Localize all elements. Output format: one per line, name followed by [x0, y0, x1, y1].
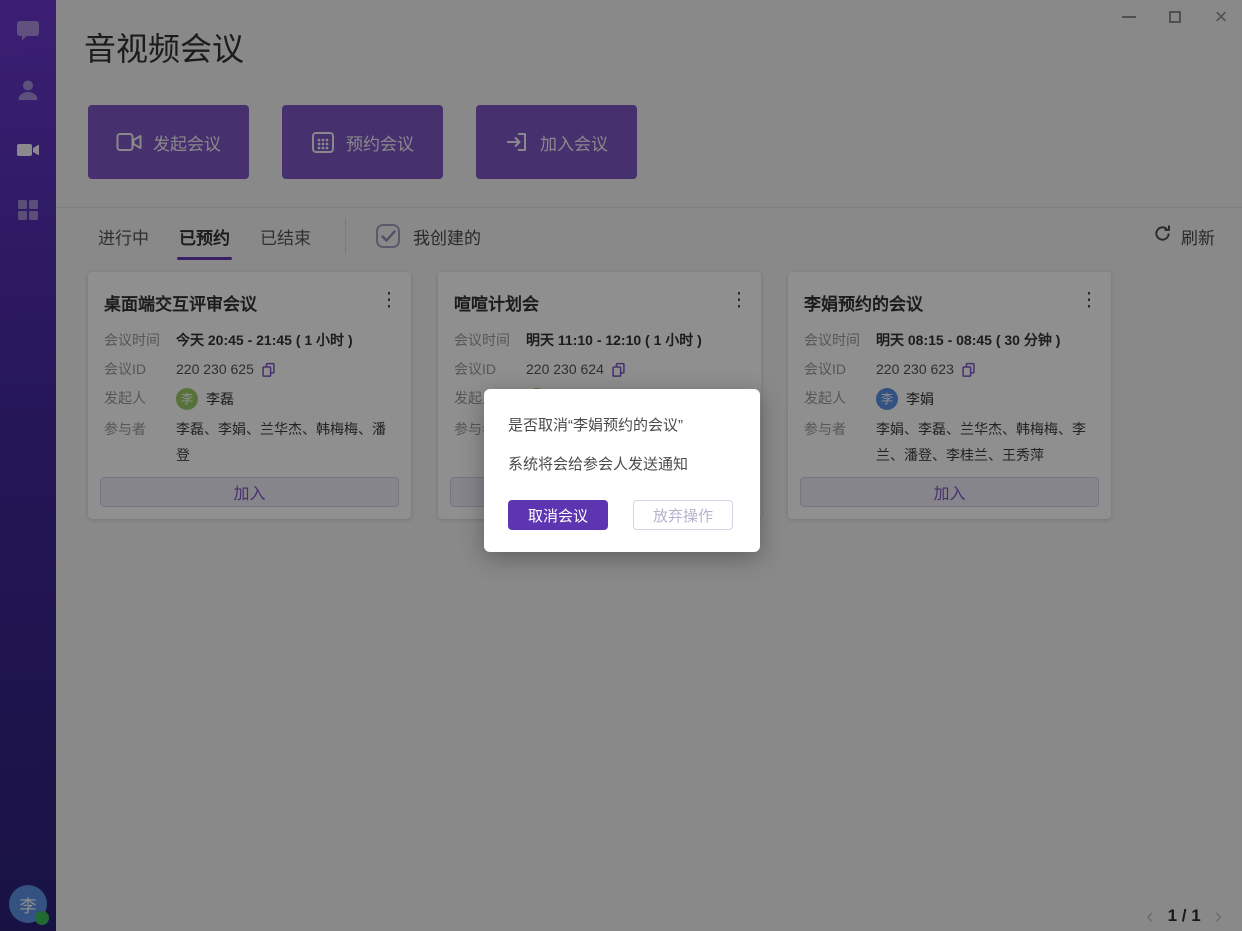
app-window: 李 × 音视频会议 发起会议 预约会议 [0, 0, 1242, 931]
dialog-actions: 取消会议 放弃操作 [508, 500, 736, 530]
cancel-meeting-dialog: 是否取消“李娟预约的会议” 系统将会给参会人发送通知 取消会议 放弃操作 [484, 389, 760, 552]
dialog-title: 是否取消“李娟预约的会议” [508, 414, 736, 435]
abandon-action-button[interactable]: 放弃操作 [633, 500, 733, 530]
confirm-cancel-meeting-button[interactable]: 取消会议 [508, 500, 608, 530]
dialog-message: 系统将会给参会人发送通知 [508, 453, 736, 474]
